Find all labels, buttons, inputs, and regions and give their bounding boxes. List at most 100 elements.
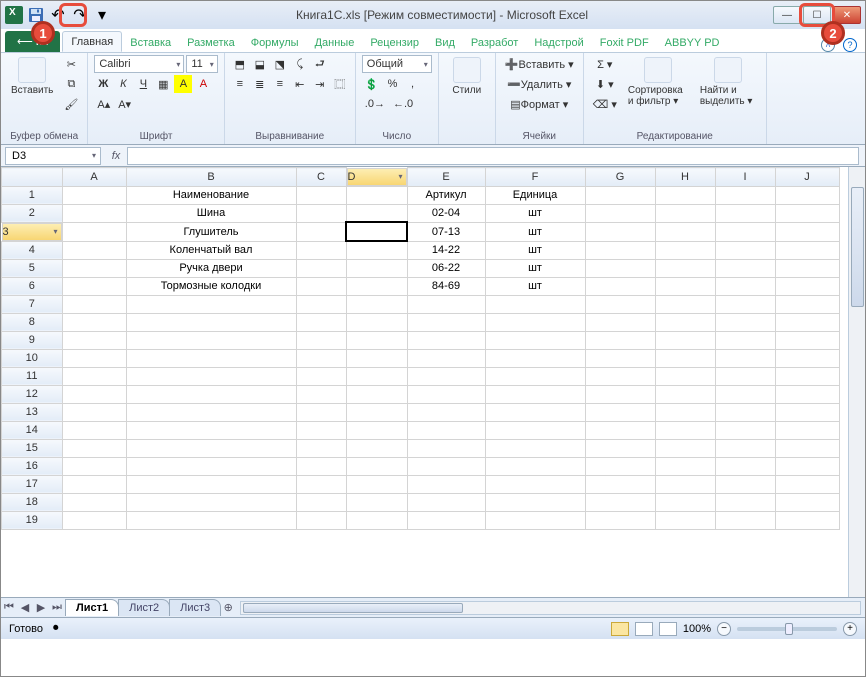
row-header-16[interactable]: 16 xyxy=(2,457,63,475)
cell-J5[interactable] xyxy=(775,259,839,277)
cell-F1[interactable]: Единица xyxy=(485,186,585,204)
zoom-slider-knob[interactable] xyxy=(785,623,793,635)
cell-C16[interactable] xyxy=(296,457,346,475)
cell-J17[interactable] xyxy=(775,475,839,493)
cell-A4[interactable] xyxy=(62,241,126,259)
cell-J15[interactable] xyxy=(775,439,839,457)
percent-button[interactable]: % xyxy=(383,75,401,93)
cell-C3[interactable] xyxy=(296,222,346,241)
tab-addins[interactable]: Надстрой xyxy=(526,33,591,52)
sheet-nav-prev[interactable]: ◀ xyxy=(17,601,33,614)
cell-J19[interactable] xyxy=(775,511,839,529)
cell-E2[interactable]: 02-04 xyxy=(407,204,485,222)
zoom-level[interactable]: 100% xyxy=(683,623,711,635)
col-header-G[interactable]: G xyxy=(585,168,655,187)
format-cells-button[interactable]: ▤ Формат ▾ xyxy=(502,95,577,113)
undo-button[interactable]: ↶ xyxy=(49,6,67,24)
cell-C9[interactable] xyxy=(296,331,346,349)
cell-H16[interactable] xyxy=(655,457,715,475)
cell-F18[interactable] xyxy=(485,493,585,511)
cell-F9[interactable] xyxy=(485,331,585,349)
cell-J11[interactable] xyxy=(775,367,839,385)
cell-H18[interactable] xyxy=(655,493,715,511)
cell-D11[interactable] xyxy=(346,367,407,385)
row-header-11[interactable]: 11 xyxy=(2,367,63,385)
cell-D9[interactable] xyxy=(346,331,407,349)
cell-C8[interactable] xyxy=(296,313,346,331)
cell-F13[interactable] xyxy=(485,403,585,421)
sheet-tab-1[interactable]: Лист1 xyxy=(65,599,119,616)
cell-J8[interactable] xyxy=(775,313,839,331)
row-header-1[interactable]: 1 xyxy=(2,186,63,204)
fill-button[interactable]: ⬇ ▾ xyxy=(590,75,620,93)
cell-G11[interactable] xyxy=(585,367,655,385)
cell-J4[interactable] xyxy=(775,241,839,259)
cell-D15[interactable] xyxy=(346,439,407,457)
cell-B16[interactable] xyxy=(126,457,296,475)
row-header-13[interactable]: 13 xyxy=(2,403,63,421)
cell-E16[interactable] xyxy=(407,457,485,475)
cell-F5[interactable]: шт xyxy=(485,259,585,277)
tab-home[interactable]: Главная xyxy=(62,31,122,52)
fill-color-button[interactable]: A xyxy=(174,75,192,93)
cell-A8[interactable] xyxy=(62,313,126,331)
paste-button[interactable]: Вставить xyxy=(7,55,57,98)
cell-B8[interactable] xyxy=(126,313,296,331)
tab-view[interactable]: Вид xyxy=(427,33,463,52)
row-header-12[interactable]: 12 xyxy=(2,385,63,403)
row-header-4[interactable]: 4 xyxy=(2,241,63,259)
cell-I16[interactable] xyxy=(715,457,775,475)
align-right-button[interactable]: ≡ xyxy=(271,75,289,93)
cell-E1[interactable]: Артикул xyxy=(407,186,485,204)
cell-I1[interactable] xyxy=(715,186,775,204)
view-layout-button[interactable] xyxy=(635,622,653,636)
tab-abbyy[interactable]: ABBYY PD xyxy=(657,33,728,52)
cell-C4[interactable] xyxy=(296,241,346,259)
cell-J14[interactable] xyxy=(775,421,839,439)
horizontal-scrollbar[interactable] xyxy=(240,601,861,615)
cell-C5[interactable] xyxy=(296,259,346,277)
cell-J9[interactable] xyxy=(775,331,839,349)
sheet-nav-next[interactable]: ▶ xyxy=(33,601,49,614)
cell-A19[interactable] xyxy=(62,511,126,529)
cell-F15[interactable] xyxy=(485,439,585,457)
row-header-2[interactable]: 2 xyxy=(2,204,63,222)
formula-input[interactable] xyxy=(127,147,859,165)
cell-A3[interactable] xyxy=(62,222,126,241)
cell-I8[interactable] xyxy=(715,313,775,331)
font-color-button[interactable]: A xyxy=(194,75,212,93)
shrink-font-button[interactable]: A▾ xyxy=(115,95,134,113)
cell-E7[interactable] xyxy=(407,295,485,313)
copy-button[interactable]: ⧉ xyxy=(61,75,81,93)
cell-A1[interactable] xyxy=(62,186,126,204)
cut-button[interactable]: ✂ xyxy=(61,55,81,73)
cell-C10[interactable] xyxy=(296,349,346,367)
delete-cells-button[interactable]: ➖ Удалить ▾ xyxy=(502,75,577,93)
col-header-D[interactable]: D xyxy=(347,168,407,186)
cell-C1[interactable] xyxy=(296,186,346,204)
cell-G2[interactable] xyxy=(585,204,655,222)
bold-button[interactable]: Ж xyxy=(94,75,112,93)
cell-D13[interactable] xyxy=(346,403,407,421)
align-middle-button[interactable]: ⬓ xyxy=(251,55,269,73)
row-header-7[interactable]: 7 xyxy=(2,295,63,313)
sheet-tab-2[interactable]: Лист2 xyxy=(118,599,170,616)
cell-I3[interactable] xyxy=(715,222,775,241)
tab-layout[interactable]: Разметка xyxy=(179,33,243,52)
col-header-C[interactable]: C xyxy=(296,168,346,187)
border-button[interactable]: ▦ xyxy=(154,75,172,93)
row-header-14[interactable]: 14 xyxy=(2,421,63,439)
cell-D19[interactable] xyxy=(346,511,407,529)
cell-E9[interactable] xyxy=(407,331,485,349)
cell-B7[interactable] xyxy=(126,295,296,313)
cell-H6[interactable] xyxy=(655,277,715,295)
new-sheet-button[interactable]: ⊕ xyxy=(220,601,236,614)
cell-A6[interactable] xyxy=(62,277,126,295)
cell-H10[interactable] xyxy=(655,349,715,367)
cell-E6[interactable]: 84-69 xyxy=(407,277,485,295)
cell-G4[interactable] xyxy=(585,241,655,259)
cell-G1[interactable] xyxy=(585,186,655,204)
cell-E14[interactable] xyxy=(407,421,485,439)
cell-I13[interactable] xyxy=(715,403,775,421)
cell-D4[interactable] xyxy=(346,241,407,259)
